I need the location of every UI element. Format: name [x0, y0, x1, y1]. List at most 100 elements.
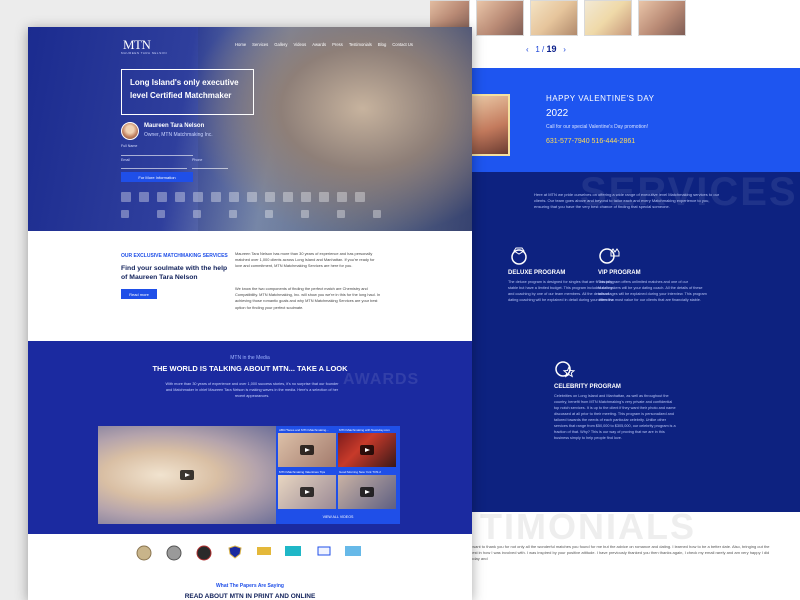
main-nav: Home Services Gallery Videos Awards Pres… — [235, 42, 413, 47]
gallery-thumb[interactable] — [476, 0, 524, 36]
press-logo — [301, 192, 311, 202]
intro-paragraph-1: Maureen Tara Nelson has more than 30 yea… — [235, 251, 375, 269]
services-section: SERVICES Here at MTN we pride ourselves … — [430, 170, 800, 512]
owner-name: Maureen Tara Nelson — [144, 123, 205, 129]
testimonials-section: TIMONIALS I want to thank you for not on… — [430, 506, 800, 600]
video-thumb[interactable] — [338, 433, 396, 467]
press-logo — [229, 210, 237, 218]
owner-role: Owner, MTN Matchmaking Inc. — [144, 132, 213, 138]
celebrity-title: CELEBRITY PROGRAM — [554, 384, 621, 390]
celebrity-program: CELEBRITY PROGRAM Celebrities on Long Is… — [554, 358, 676, 441]
press-logo — [211, 192, 221, 202]
award-seal-icon — [166, 545, 182, 561]
papers-kicker: What The Papers Are Saying — [216, 583, 284, 589]
gallery-pager: ‹ 1 / 19 › — [526, 44, 566, 54]
video-caption: Good Morning New York TOS 2 — [339, 470, 381, 474]
play-icon[interactable] — [180, 470, 194, 480]
back-page-preview: ‹ 1 / 19 › HAPPY VALENTINE'S DAY 2022 Ca… — [430, 0, 800, 600]
hero-section: MTN MAUREEN TARA NELSON Home Services Ga… — [28, 27, 472, 231]
nav-gallery[interactable]: Gallery — [274, 42, 287, 47]
press-logo — [193, 210, 201, 218]
video-thumb[interactable] — [278, 433, 336, 467]
press-logo — [319, 192, 329, 202]
media-section: AWARDS MTN in the Media THE WORLD IS TAL… — [28, 341, 472, 534]
valentines-title: HAPPY VALENTINE'S DAY — [546, 94, 655, 103]
hero-tagline-1: Long Island's only executive — [130, 78, 239, 87]
press-logo — [247, 192, 257, 202]
media-heading: THE WORLD IS TALKING ABOUT MTN... TAKE A… — [152, 364, 348, 373]
nav-blog[interactable]: Blog — [378, 42, 386, 47]
intro-heading: Find your soulmate with the help of Maur… — [121, 265, 228, 281]
pager-current: 1 — [535, 45, 540, 54]
press-logo — [157, 192, 167, 202]
pager-sep: / — [542, 45, 545, 54]
play-icon[interactable] — [300, 487, 314, 497]
press-logo — [283, 192, 293, 202]
intro-section: OUR EXCLUSIVE MATCHMAKING SERVICES Find … — [28, 231, 472, 341]
play-icon[interactable] — [360, 445, 374, 455]
award-badge-icon — [345, 546, 361, 556]
nav-testimonials[interactable]: Testimonials — [349, 42, 372, 47]
valentines-phones[interactable]: 631-577-7940 516-444-2861 — [546, 138, 635, 145]
crown-icon — [599, 248, 620, 264]
nav-videos[interactable]: Videos — [294, 42, 307, 47]
vip-title: VIP PROGRAM — [598, 270, 641, 276]
nav-contact[interactable]: Contact Us — [392, 42, 413, 47]
award-badge-icon — [317, 546, 331, 556]
hero-tagline-2: level Certified Matchmaker — [130, 91, 232, 100]
gallery-thumb[interactable] — [638, 0, 686, 36]
read-more-button[interactable]: Read more — [121, 289, 157, 299]
more-info-button[interactable]: For More Information — [121, 172, 193, 182]
nav-services[interactable]: Services — [252, 42, 268, 47]
services-intro: Here at MTN we pride ourselves on offeri… — [534, 192, 720, 209]
press-logo — [337, 192, 347, 202]
nav-awards[interactable]: Awards — [312, 42, 326, 47]
press-logo — [301, 210, 309, 218]
play-icon[interactable] — [360, 487, 374, 497]
vip-program: VIP PROGRAM This program offers unlimite… — [598, 244, 708, 303]
gallery-thumb[interactable] — [530, 0, 578, 36]
gallery-thumb[interactable] — [584, 0, 632, 36]
press-logo — [121, 192, 131, 202]
testimonials-bg-heading: TIMONIALS — [480, 506, 696, 547]
hero-tagline-box: Long Island's only executive level Certi… — [121, 69, 254, 115]
phone-field[interactable] — [192, 161, 228, 169]
valentines-banner: HAPPY VALENTINE'S DAY 2022 Call for our … — [448, 68, 800, 172]
press-logo — [121, 210, 129, 218]
nav-home[interactable]: Home — [235, 42, 246, 47]
fullname-field[interactable] — [121, 148, 193, 156]
site-logo-subtitle: MAUREEN TARA NELSON — [121, 51, 168, 55]
play-icon[interactable] — [300, 445, 314, 455]
view-all-videos-link[interactable]: VIEW ALL VIDEOS — [276, 515, 400, 519]
press-logo — [337, 210, 345, 218]
award-seal-icon — [136, 545, 152, 561]
video-caption: MTN Matchmaking Valentines Tips — [279, 470, 326, 474]
valentines-subtitle: Call for our special Valentine's Day pro… — [546, 124, 649, 130]
media-kicker: MTN in the Media — [230, 355, 270, 361]
award-badge-icon — [285, 546, 301, 556]
testimonial-text: I want to thank you for not only all the… — [470, 544, 770, 561]
nav-press[interactable]: Press — [332, 42, 343, 47]
press-logos-row — [121, 192, 421, 204]
press-logo — [265, 192, 275, 202]
video-grid: ABC7News and MTN Matchmaking... MTN Matc… — [276, 426, 400, 524]
video-thumb[interactable] — [278, 475, 336, 509]
gallery-thumbnails — [430, 0, 800, 38]
featured-video[interactable] — [98, 426, 276, 524]
valentines-year: 2022 — [546, 108, 569, 119]
intro-paragraph-2: We know the two components of finding th… — [235, 286, 381, 310]
pager-prev-button[interactable]: ‹ — [526, 45, 529, 54]
press-logo — [139, 192, 149, 202]
press-logo — [193, 192, 203, 202]
papers-heading: READ ABOUT MTN IN PRINT AND ONLINE — [184, 593, 316, 600]
shield-icon — [228, 545, 242, 559]
press-logo — [355, 192, 365, 202]
awards-bg-heading: AWARDS — [343, 371, 420, 388]
celebrity-desc: Celebrities on Long Island and Manhattan… — [554, 394, 676, 440]
video-thumb[interactable] — [338, 475, 396, 509]
email-field[interactable] — [121, 161, 187, 169]
pager-total: 19 — [546, 44, 557, 54]
pager-next-button[interactable]: › — [563, 45, 566, 54]
press-logo — [175, 192, 185, 202]
press-logo — [373, 210, 381, 218]
